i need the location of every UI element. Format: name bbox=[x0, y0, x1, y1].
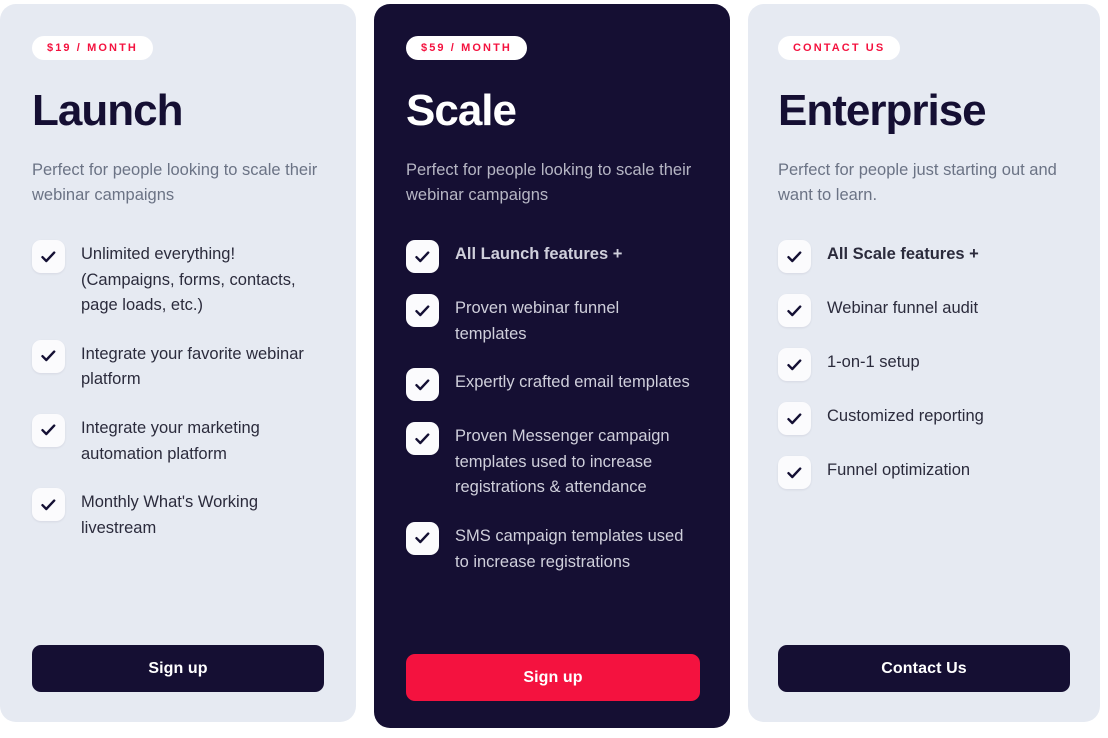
feature-item: Integrate your marketing automation plat… bbox=[32, 413, 326, 467]
feature-label: All Launch features + bbox=[455, 245, 623, 264]
check-icon bbox=[406, 240, 439, 274]
feature-label: Integrate your favorite webinar platform bbox=[81, 344, 304, 389]
feature-label: Funnel optimization bbox=[827, 461, 971, 480]
feature-list-enterprise: All Scale features + Webinar funnel audi… bbox=[778, 239, 1072, 509]
feature-item: Webinar funnel audit bbox=[778, 293, 1072, 328]
feature-item: SMS campaign templates used to increase … bbox=[406, 521, 702, 575]
check-icon bbox=[406, 521, 439, 555]
feature-item: 1-on-1 setup bbox=[778, 347, 1072, 382]
price-badge-enterprise: CONTACT US bbox=[778, 36, 901, 60]
feature-label: Customized reporting bbox=[827, 407, 984, 426]
check-icon bbox=[32, 413, 65, 447]
plan-title-scale: Scale bbox=[406, 86, 517, 135]
signup-button-scale[interactable]: Sign up bbox=[406, 654, 700, 701]
feature-label: Monthly What's Working livestream bbox=[81, 493, 259, 537]
check-icon bbox=[32, 240, 65, 274]
feature-item: Unlimited everything! (Campaigns, forms,… bbox=[32, 239, 326, 319]
feature-label: Webinar funnel audit bbox=[827, 299, 979, 318]
check-icon bbox=[778, 240, 811, 274]
plan-title-enterprise: Enterprise bbox=[778, 86, 987, 135]
contact-us-button-enterprise[interactable]: Contact Us bbox=[778, 645, 1070, 692]
pricing-plans-grid: $19 / MONTH Launch Perfect for people lo… bbox=[0, 0, 1108, 738]
feature-list-launch: Unlimited everything! (Campaigns, forms,… bbox=[32, 239, 326, 561]
feature-item: Monthly What's Working livestream bbox=[32, 487, 326, 541]
feature-item: Integrate your favorite webinar platform bbox=[32, 339, 326, 393]
check-icon bbox=[406, 422, 439, 456]
price-badge-scale: $59 / MONTH bbox=[406, 36, 527, 60]
plan-title-launch: Launch bbox=[32, 86, 183, 135]
feature-label: SMS campaign templates used to increase … bbox=[455, 526, 684, 571]
check-icon bbox=[32, 339, 65, 373]
feature-label: Unlimited everything! (Campaigns, forms,… bbox=[81, 245, 296, 315]
feature-item: Proven webinar funnel templates bbox=[406, 293, 702, 347]
feature-item: All Scale features + bbox=[778, 239, 1072, 274]
feature-label: Expertly crafted email templates bbox=[455, 373, 690, 392]
feature-label: All Scale features + bbox=[827, 245, 979, 264]
plan-description-launch: Perfect for people looking to scale thei… bbox=[32, 161, 318, 205]
plan-description-enterprise: Perfect for people just starting out and… bbox=[778, 161, 1057, 205]
plan-description-scale: Perfect for people looking to scale thei… bbox=[406, 161, 692, 205]
check-icon bbox=[778, 348, 811, 382]
check-icon bbox=[406, 294, 439, 328]
feature-item: Customized reporting bbox=[778, 401, 1072, 436]
check-icon bbox=[778, 402, 811, 436]
pricing-card-launch: $19 / MONTH Launch Perfect for people lo… bbox=[0, 4, 356, 722]
check-icon bbox=[778, 456, 811, 490]
check-icon bbox=[32, 488, 65, 522]
feature-label: Proven webinar funnel templates bbox=[455, 299, 620, 343]
feature-label: Proven Messenger campaign templates used… bbox=[455, 427, 670, 497]
check-icon bbox=[406, 368, 439, 402]
feature-list-scale: All Launch features + Proven webinar fun… bbox=[406, 239, 702, 595]
feature-item: Proven Messenger campaign templates used… bbox=[406, 421, 702, 501]
feature-label: Integrate your marketing automation plat… bbox=[81, 418, 260, 463]
feature-item: Expertly crafted email templates bbox=[406, 367, 702, 402]
price-badge-launch: $19 / MONTH bbox=[32, 36, 153, 60]
signup-button-launch[interactable]: Sign up bbox=[32, 645, 324, 692]
check-icon bbox=[778, 294, 811, 328]
pricing-card-scale: $59 / MONTH Scale Perfect for people loo… bbox=[374, 4, 730, 728]
feature-item: Funnel optimization bbox=[778, 455, 1072, 490]
feature-item: All Launch features + bbox=[406, 239, 702, 274]
pricing-card-enterprise: CONTACT US Enterprise Perfect for people… bbox=[748, 4, 1100, 722]
feature-label: 1-on-1 setup bbox=[827, 353, 920, 372]
